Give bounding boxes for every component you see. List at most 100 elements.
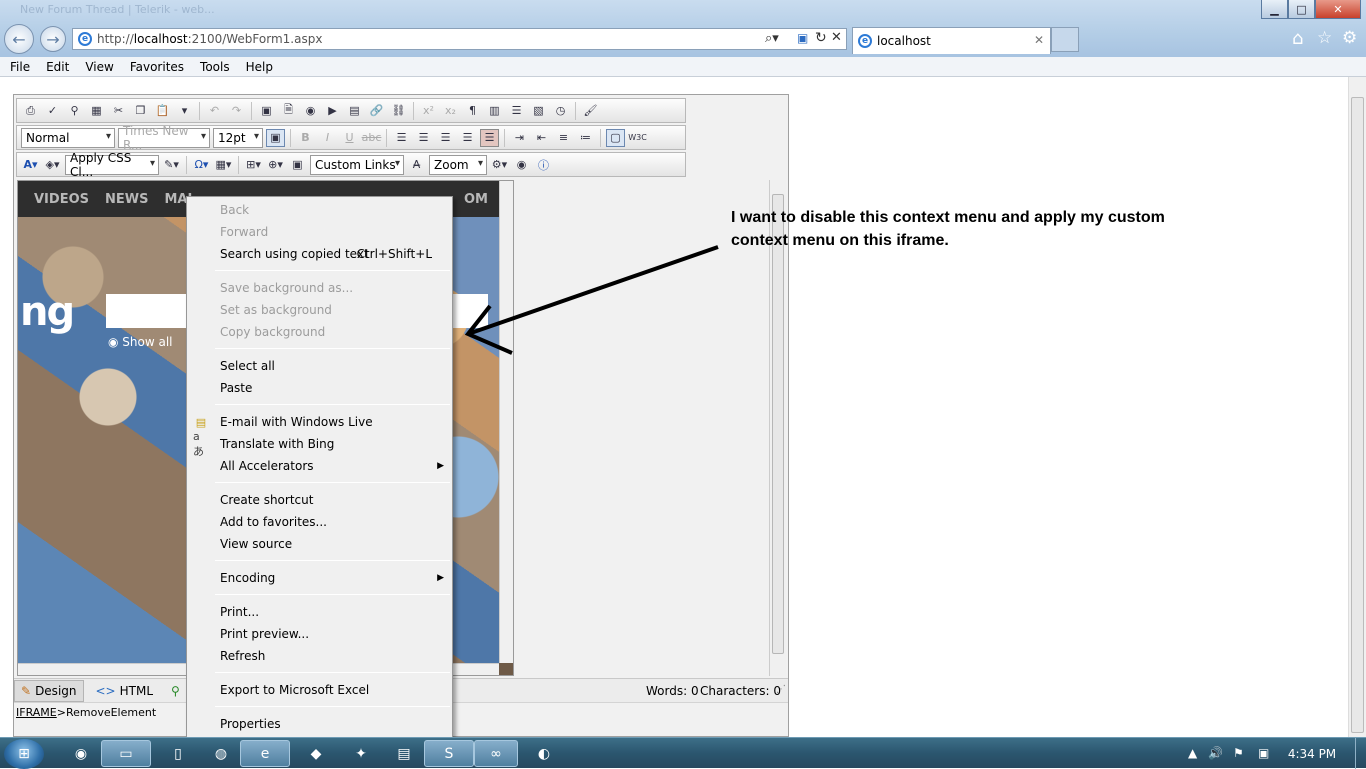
show-desktop-button[interactable] bbox=[1355, 738, 1366, 769]
design-mode-tab[interactable]: ✎ Design bbox=[14, 679, 84, 702]
xhtml-validator-icon[interactable]: W3C bbox=[628, 129, 647, 147]
nav-videos[interactable]: VIDEOS bbox=[34, 192, 89, 207]
unlink-icon[interactable]: ⛓ bbox=[389, 102, 408, 120]
menu-tools[interactable]: Tools bbox=[200, 60, 230, 74]
menu-item-set-background[interactable]: Set as background bbox=[220, 300, 444, 320]
html-mode-tab[interactable]: <> HTML bbox=[90, 680, 160, 702]
back-color-icon[interactable]: ◈▾ bbox=[43, 156, 62, 174]
undo-icon[interactable]: ↶ bbox=[205, 102, 224, 120]
start-button[interactable]: ⊞ bbox=[4, 739, 44, 769]
network-icon[interactable]: ⚑ bbox=[1233, 746, 1244, 760]
home-icon[interactable]: ⌂ bbox=[1292, 28, 1303, 49]
show-all-radio[interactable]: ◉ Show all bbox=[108, 335, 173, 349]
menu-item-back[interactable]: Back bbox=[220, 200, 444, 220]
close-tab-icon[interactable]: ✕ bbox=[1034, 33, 1044, 47]
menu-item-create-shortcut[interactable]: Create shortcut bbox=[220, 490, 444, 510]
convert-case-icon[interactable]: A̶ bbox=[407, 156, 426, 174]
bulleted-list-icon[interactable]: ≔ bbox=[576, 129, 595, 147]
find-icon[interactable]: ⚲ bbox=[65, 102, 84, 120]
menu-item-add-favorites[interactable]: Add to favorites... bbox=[220, 512, 444, 532]
redo-icon[interactable]: ↷ bbox=[227, 102, 246, 120]
spellcheck-icon[interactable]: ✓ bbox=[43, 102, 62, 120]
subscript-icon[interactable]: x₂ bbox=[441, 102, 460, 120]
taskbar-chrome-app[interactable]: ◐ bbox=[518, 740, 570, 767]
outdent-icon[interactable]: ⇤ bbox=[532, 129, 551, 147]
back-button[interactable]: ← bbox=[4, 24, 34, 54]
menu-item-paste[interactable]: Paste bbox=[220, 378, 444, 398]
about-icon[interactable]: ⓘ bbox=[534, 156, 553, 174]
link-manager-icon[interactable]: 🔗 bbox=[367, 102, 386, 120]
image-manager-icon[interactable]: ▣ bbox=[257, 102, 276, 120]
insert-date-icon[interactable]: ◷ bbox=[551, 102, 570, 120]
close-window-button[interactable]: ✕ bbox=[1315, 0, 1361, 19]
menu-item-print-preview[interactable]: Print preview... bbox=[220, 624, 444, 644]
insert-form-element-icon[interactable]: ⊞▾ bbox=[244, 156, 263, 174]
menu-item-save-background[interactable]: Save background as... bbox=[220, 278, 444, 298]
editor-scrollbar[interactable] bbox=[769, 180, 786, 676]
taskbar-ie[interactable]: e bbox=[240, 740, 290, 767]
format-stripper-icon[interactable]: ▧ bbox=[529, 102, 548, 120]
absolute-position-icon[interactable]: ▣ bbox=[266, 128, 285, 147]
toggle-borders-icon[interactable]: ▢ bbox=[606, 128, 625, 147]
nav-news[interactable]: NEWS bbox=[105, 192, 148, 207]
stop-icon[interactable]: ✕ bbox=[831, 30, 842, 45]
align-center-icon[interactable]: ☰ bbox=[414, 129, 433, 147]
media-manager-icon[interactable]: ▶ bbox=[323, 102, 342, 120]
bold-icon[interactable]: B bbox=[296, 129, 315, 147]
editor-scroll-thumb[interactable] bbox=[772, 194, 784, 654]
minimize-button[interactable]: ▁ bbox=[1261, 0, 1288, 19]
module-manager-icon[interactable]: ⚙▾ bbox=[490, 156, 509, 174]
forward-button[interactable]: → bbox=[40, 26, 66, 52]
menu-help[interactable]: Help bbox=[246, 60, 273, 74]
resize-grip-icon[interactable]: ⋰ bbox=[776, 684, 786, 695]
menu-view[interactable]: View bbox=[85, 60, 113, 74]
underline-icon[interactable]: U bbox=[340, 129, 359, 147]
path-remove-element[interactable]: RemoveElement bbox=[66, 706, 156, 719]
superscript-icon[interactable]: x² bbox=[419, 102, 438, 120]
paragraph-style-select[interactable]: Normal bbox=[21, 127, 115, 148]
cut-icon[interactable]: ✂ bbox=[109, 102, 128, 120]
preview-mode-tab[interactable]: ⚲ bbox=[165, 680, 186, 702]
paste-options-icon[interactable]: ▾ bbox=[175, 102, 194, 120]
align-left-icon[interactable]: ☰ bbox=[392, 129, 411, 147]
maximize-button[interactable]: □ bbox=[1288, 0, 1315, 19]
italic-icon[interactable]: I bbox=[318, 129, 337, 147]
menu-item-search-copied[interactable]: Search using copied text Ctrl+Shift+L bbox=[220, 244, 444, 264]
nav-more[interactable]: OM bbox=[464, 192, 488, 207]
taskbar-visual-studio[interactable]: ∞ bbox=[474, 740, 518, 767]
compat-view-icon[interactable]: ▣ bbox=[797, 31, 808, 45]
template-manager-icon[interactable]: ▤ bbox=[345, 102, 364, 120]
insert-symbol-icon[interactable]: Ω▾ bbox=[192, 156, 211, 174]
horizontal-rule-icon[interactable]: ☰ bbox=[507, 102, 526, 120]
flash-manager-icon[interactable]: ◉ bbox=[301, 102, 320, 120]
action-center-icon[interactable]: ▣ bbox=[1258, 746, 1269, 760]
path-iframe-link[interactable]: IFRAME bbox=[16, 706, 57, 719]
taskbar-skype[interactable]: S bbox=[424, 740, 474, 767]
menu-item-forward[interactable]: Forward bbox=[220, 222, 444, 242]
print-icon[interactable]: ⎙ bbox=[21, 102, 40, 120]
menu-item-copy-background[interactable]: Copy background bbox=[220, 322, 444, 342]
select-all-icon[interactable]: ▦ bbox=[87, 102, 106, 120]
menu-item-view-source[interactable]: View source bbox=[220, 534, 444, 554]
taskbar-notes[interactable]: ▤ bbox=[378, 740, 430, 767]
search-icon[interactable]: ⌕▾ bbox=[765, 31, 779, 46]
paragraph-icon[interactable]: ¶ bbox=[463, 102, 482, 120]
align-right-icon[interactable]: ☰ bbox=[436, 129, 455, 147]
track-changes-icon[interactable]: ◉ bbox=[512, 156, 531, 174]
menu-item-export-excel[interactable]: Export to Microsoft Excel bbox=[220, 680, 444, 700]
address-bar[interactable]: e http://localhost:2100/WebForm1.aspx ⌕▾… bbox=[72, 28, 847, 50]
insert-snippet-icon[interactable]: ▥ bbox=[485, 102, 504, 120]
custom-links-select[interactable]: Custom Links bbox=[310, 154, 404, 175]
format-sets-icon[interactable]: ✎▾ bbox=[162, 156, 181, 174]
menu-item-all-accelerators[interactable]: All Accelerators ▶ bbox=[220, 456, 444, 476]
menu-item-email-live[interactable]: E-mail with Windows Live bbox=[220, 412, 444, 432]
font-name-select[interactable]: Times New R... bbox=[118, 124, 210, 152]
format-painter-icon[interactable]: 🖌 bbox=[581, 102, 600, 120]
menu-edit[interactable]: Edit bbox=[46, 60, 69, 74]
image-map-icon[interactable]: ▣ bbox=[288, 156, 307, 174]
menu-item-properties[interactable]: Properties bbox=[220, 714, 444, 734]
paste-icon[interactable]: 📋 bbox=[153, 102, 172, 120]
justify-icon[interactable]: ☰ bbox=[458, 129, 477, 147]
menu-item-select-all[interactable]: Select all bbox=[220, 356, 444, 376]
insert-custom-icon[interactable]: ⊕▾ bbox=[266, 156, 285, 174]
